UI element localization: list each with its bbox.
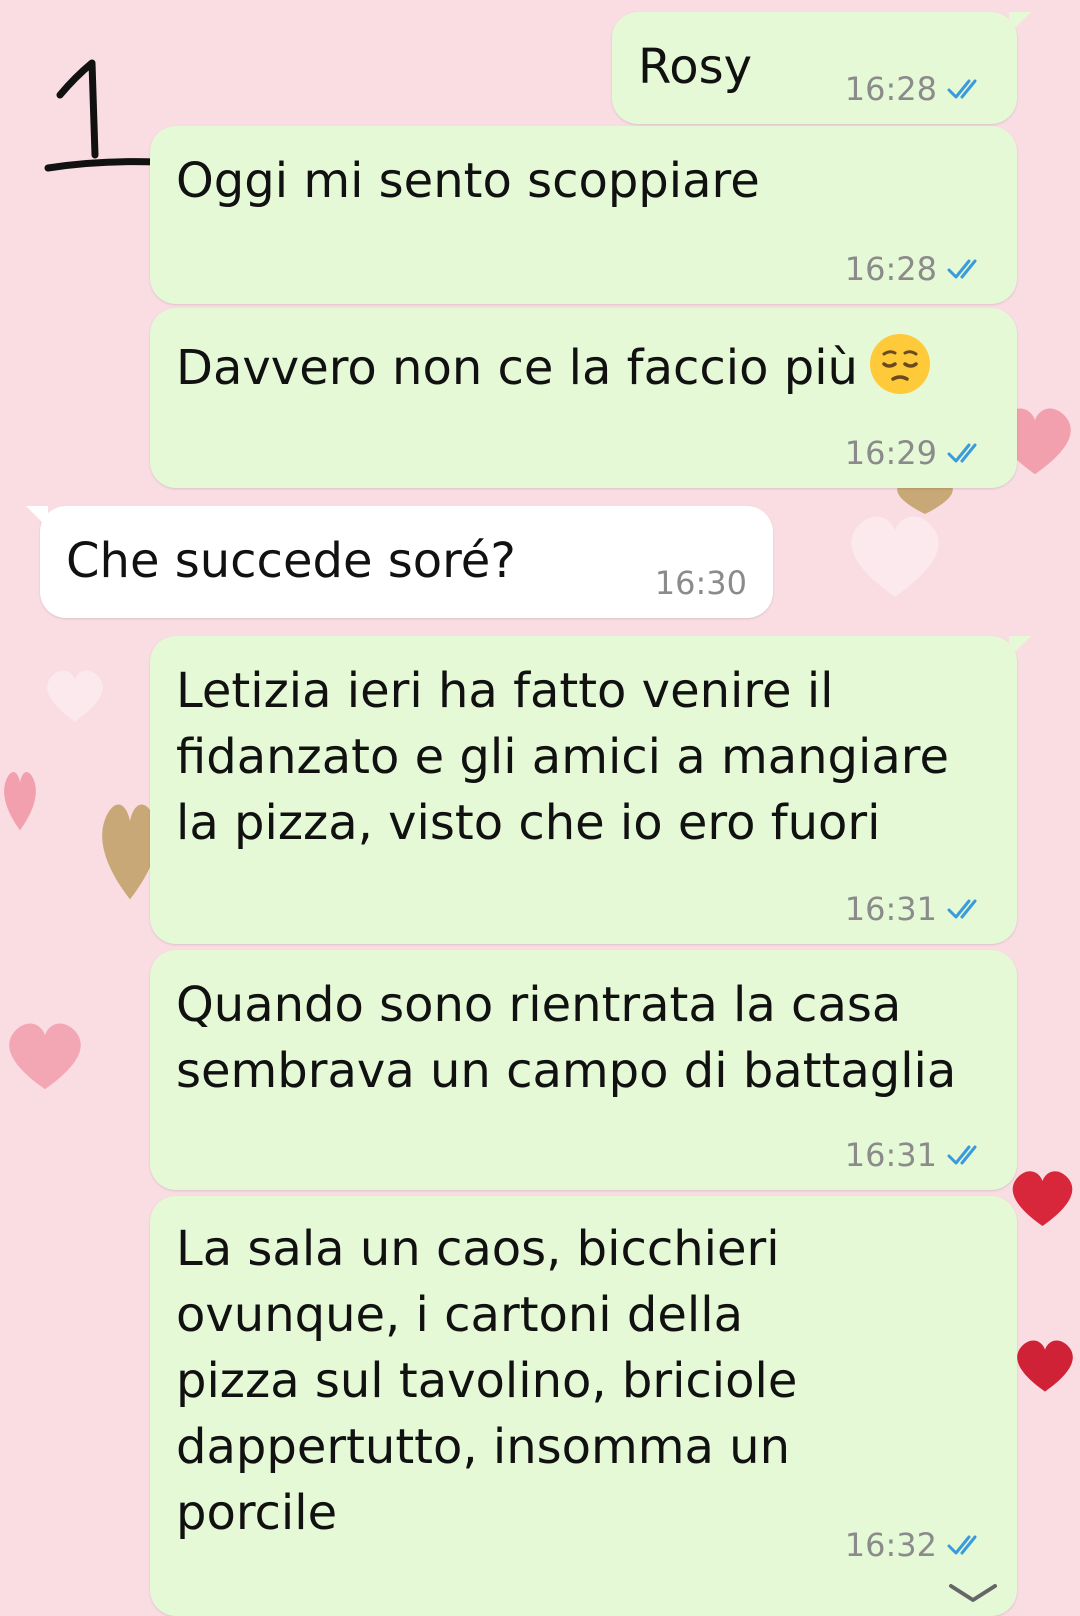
double-check-read-icon: [947, 1145, 977, 1165]
message-time: 16:31: [844, 890, 937, 928]
background-heart-icon: [9, 1023, 81, 1090]
background-heart-icon: [47, 670, 103, 722]
bubble-tail: [1009, 12, 1031, 34]
background-heart-icon: [1017, 1340, 1073, 1392]
double-check-read-icon: [947, 899, 977, 919]
message-time: 16:30: [654, 564, 747, 602]
outgoing-message[interactable]: Davvero non ce la faccio più 16:29: [150, 308, 1017, 488]
pensive-face-emoji-icon: [869, 334, 930, 394]
scroll-down-chevron-icon[interactable]: [945, 1582, 1001, 1604]
message-text: Letizia ieri ha fatto venire il fidanzat…: [176, 663, 949, 851]
message-meta: 16:32: [845, 1526, 991, 1564]
outgoing-message[interactable]: Quando sono rientrata la casa sembrava u…: [150, 950, 1017, 1190]
incoming-message[interactable]: Che succede soré? 16:30: [26, 506, 773, 618]
double-check-read-icon: [947, 1535, 977, 1555]
bubble-tail: [26, 506, 48, 528]
message-time: 16:29: [844, 434, 937, 472]
outgoing-message[interactable]: Oggi mi sento scoppiare 16:28: [150, 126, 1017, 304]
double-check-read-icon: [947, 443, 977, 463]
message-text: La sala un caos, bicchieri ovunque, i ca…: [176, 1221, 798, 1541]
double-check-read-icon: [947, 259, 977, 279]
double-check-read-icon: [947, 79, 977, 99]
background-heart-icon: [4, 772, 36, 831]
message-time: 16:32: [844, 1526, 937, 1564]
handwritten-number-annotation: [44, 59, 160, 172]
message-time: 16:31: [844, 1136, 937, 1174]
message-text: Quando sono rientrata la casa sembrava u…: [176, 977, 957, 1099]
outgoing-message[interactable]: La sala un caos, bicchieri ovunque, i ca…: [150, 1196, 1017, 1616]
message-meta: 16:28: [845, 70, 991, 108]
message-meta: 16:31: [845, 890, 991, 928]
message-text-content: Davvero non ce la faccio più: [176, 340, 858, 396]
outgoing-message[interactable]: Letizia ieri ha fatto venire il fidanzat…: [150, 636, 1031, 944]
message-time: 16:28: [844, 250, 937, 288]
outgoing-message[interactable]: Rosy 16:28: [612, 12, 1031, 124]
message-text: Davvero non ce la faccio più: [176, 332, 997, 401]
message-time: 16:28: [844, 70, 937, 108]
message-meta: 16:28: [845, 250, 991, 288]
message-meta: 16:29: [845, 434, 991, 472]
bubble-tail: [1009, 636, 1031, 658]
message-text: Che succede soré?: [66, 533, 516, 589]
message-meta: 16:31: [845, 1136, 991, 1174]
message-text: Oggi mi sento scoppiare: [176, 153, 760, 209]
message-meta: 16:30: [655, 564, 747, 602]
